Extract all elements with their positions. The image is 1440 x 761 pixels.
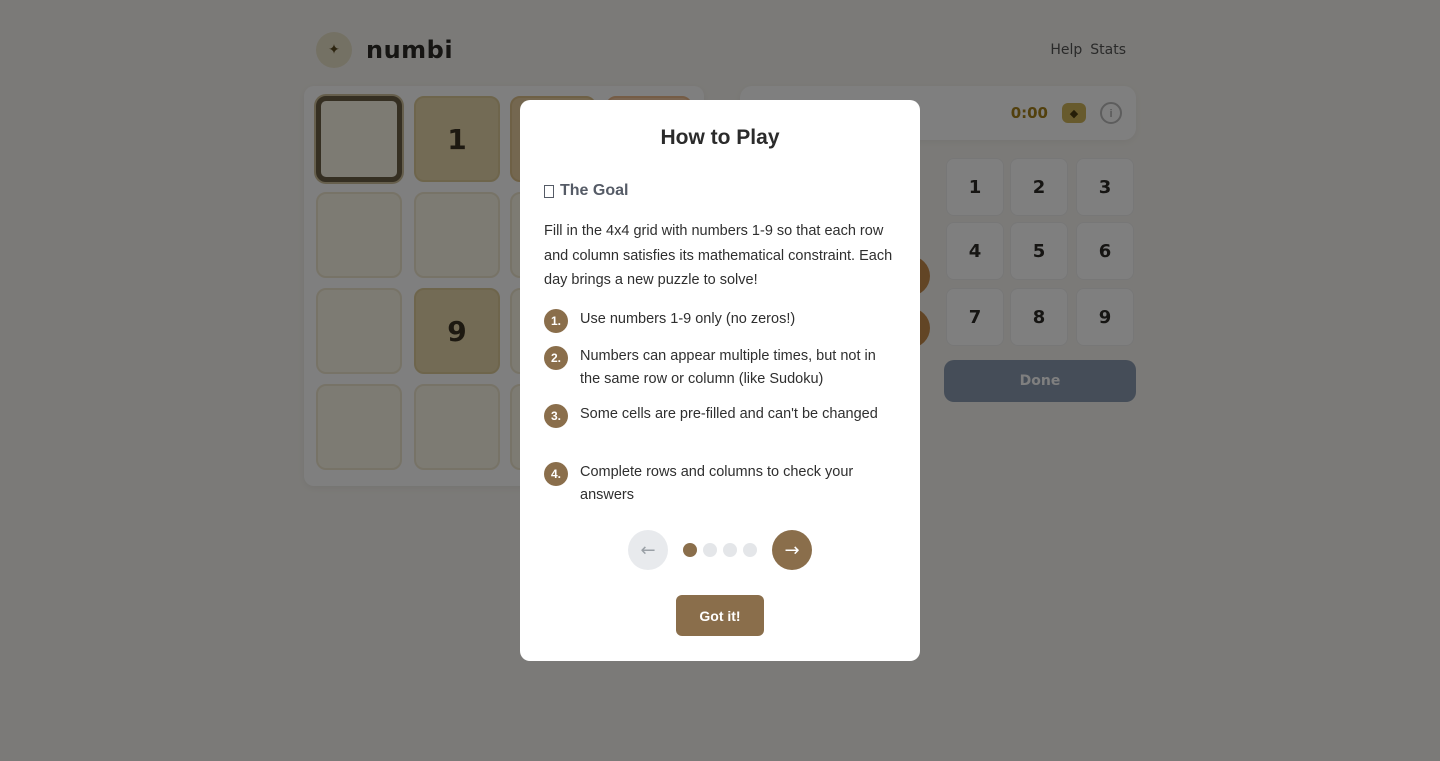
page-dot[interactable] [743,543,757,557]
page-navigation: ← → [628,530,812,570]
section-header: The Goal [544,182,628,200]
rule-number: 3. [544,404,568,428]
rule-number: 2. [544,346,568,370]
page-indicator [683,543,757,557]
section-title: The Goal [560,182,629,199]
modal-title: How to Play [660,126,780,149]
next-page-button[interactable]: → [772,530,812,570]
got-it-button[interactable]: Got it! [676,595,764,636]
page-dot[interactable] [683,543,697,557]
rule-text: Complete rows and columns to check your … [580,464,854,503]
page-dot[interactable] [703,543,717,557]
how-to-play-modal: How to Play The Goal Fill in the 4x4 gri… [520,100,920,661]
rule-number: 4. [544,462,568,486]
previous-page-button[interactable]: ← [628,530,668,570]
target-icon [544,184,554,198]
rule-item: 1. Use numbers 1-9 only (no zeros!) [544,308,795,333]
rule-item: 3. Some cells are pre-filled and can't b… [544,403,878,428]
page-dot[interactable] [723,543,737,557]
rule-item: 2. Numbers can appear multiple times, bu… [544,345,896,391]
rule-text: Use numbers 1-9 only (no zeros!) [580,311,796,327]
rule-text: Numbers can appear multiple times, but n… [580,348,876,387]
intro-text: Fill in the 4x4 grid with numbers 1-9 so… [544,223,893,288]
rule-item: 4. Complete rows and columns to check yo… [544,461,896,507]
rule-text: Some cells are pre-filled and can't be c… [580,406,878,422]
rule-number: 1. [544,309,568,333]
